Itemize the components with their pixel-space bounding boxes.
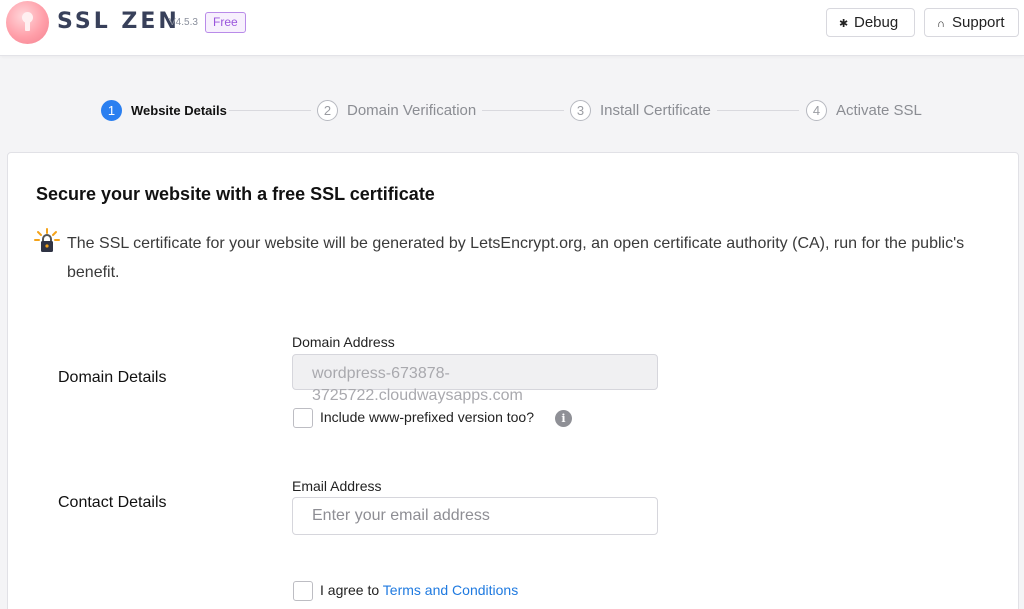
step-label: Domain Verification — [347, 101, 477, 119]
info-icon[interactable]: i — [555, 410, 572, 427]
step-number: 1 — [101, 99, 122, 121]
terms-checkbox[interactable] — [293, 581, 313, 601]
step-connector — [229, 110, 311, 111]
terms-link[interactable]: Terms and Conditions — [383, 582, 518, 598]
email-address-input[interactable] — [292, 497, 658, 535]
top-header: SSL ZEN V4.5.3 Free ✱ Debug ∩ Support — [0, 0, 1024, 56]
step-number: 2 — [317, 99, 338, 121]
step-activate-ssl[interactable]: 4 Activate SSL — [806, 99, 922, 121]
step-label: Install Certificate — [600, 101, 711, 119]
step-label: Website Details — [131, 102, 227, 118]
page-title: Secure your website with a free SSL cert… — [36, 184, 435, 204]
step-install-certificate[interactable]: 3 Install Certificate — [570, 99, 711, 121]
www-prefix-label: Include www-prefixed version too? — [320, 409, 534, 425]
terms-prefix: I agree to — [320, 582, 383, 598]
domain-address-label: Domain Address — [292, 334, 395, 350]
gear-icon: ✱ — [839, 18, 849, 30]
support-button[interactable]: ∩ Support — [924, 8, 1019, 37]
domain-details-heading: Domain Details — [58, 369, 167, 386]
step-label: Activate SSL — [836, 101, 922, 119]
step-website-details[interactable]: 1 Website Details — [101, 99, 227, 121]
lock-icon — [34, 228, 60, 254]
version-label: V4.5.3 — [169, 17, 198, 28]
info-text: The SSL certificate for your website wil… — [67, 235, 965, 281]
brand-name: SSL ZEN — [57, 9, 180, 34]
terms-label: I agree to Terms and Conditions — [320, 582, 518, 598]
www-prefix-checkbox[interactable] — [293, 408, 313, 428]
domain-address-input[interactable]: wordpress-673878-3725722.cloudwaysapps.c… — [292, 354, 658, 404]
headphones-icon: ∩ — [937, 18, 945, 30]
debug-button[interactable]: ✱ Debug — [826, 8, 915, 37]
step-domain-verification[interactable]: 2 Domain Verification — [317, 99, 476, 121]
contact-details-heading: Contact Details — [58, 494, 167, 511]
step-number: 4 — [806, 99, 827, 121]
email-address-label: Email Address — [292, 478, 382, 494]
plan-badge: Free — [205, 12, 246, 33]
sslzen-logo-icon — [6, 1, 49, 44]
step-connector — [717, 110, 799, 111]
debug-button-label: Debug — [854, 14, 899, 31]
step-connector — [482, 110, 564, 111]
step-number: 3 — [570, 99, 591, 121]
support-button-label: Support — [952, 14, 1005, 31]
